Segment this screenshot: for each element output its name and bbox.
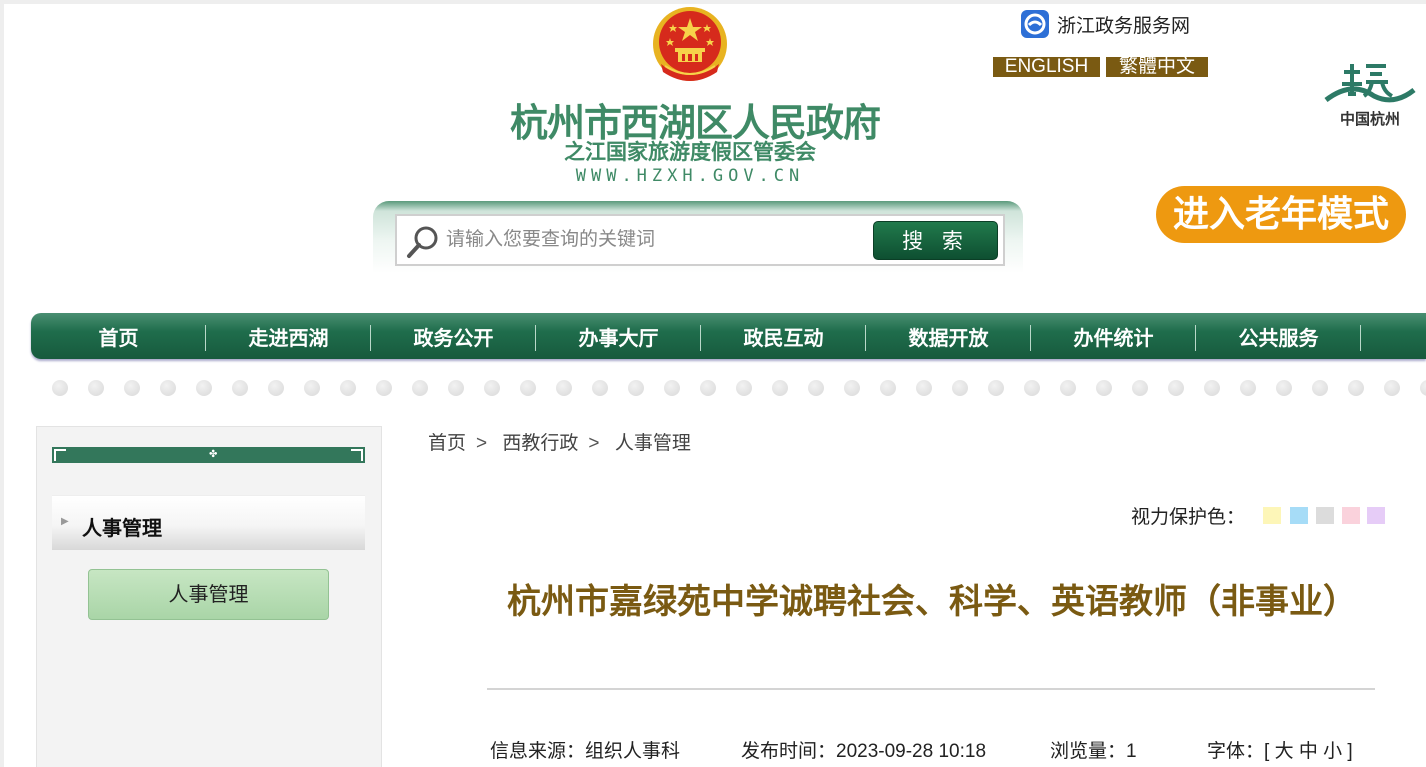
chevron-right-icon: ▶ (61, 516, 69, 527)
nav-item-case-stats[interactable]: 办件统计 (1031, 313, 1196, 359)
article-publish-time: 发布时间：2023-09-28 10:18 (741, 741, 987, 762)
china-hangzhou-logo: 中国杭州 (1324, 64, 1416, 128)
nav-item-service-hall[interactable]: 办事大厅 (536, 313, 701, 359)
breadcrumb-separator: > (476, 433, 488, 454)
traditional-chinese-link[interactable]: 繁體中文 (1106, 57, 1208, 77)
elder-mode-button[interactable]: 进入老年模式 (1156, 186, 1406, 243)
eye-color-swatch-purple[interactable] (1367, 507, 1385, 524)
breadcrumb-home[interactable]: 首页 (428, 433, 466, 454)
sidebar-heading-label: 人事管理 (82, 516, 162, 540)
page-top-border (0, 0, 1426, 4)
breadcrumb: 首页 > 西教行政 > 人事管理 (428, 428, 701, 455)
decorative-dot-row (52, 380, 1426, 398)
site-url: WWW.HZXH.GOV.CN (575, 166, 805, 186)
breadcrumb-education-admin[interactable]: 西教行政 (502, 433, 578, 454)
main-nav: 首页 走进西湖 政务公开 办事大厅 政民互动 数据开放 办件统计 公共服务 (31, 313, 1426, 359)
sidebar-item-personnel[interactable]: 人事管理 (88, 569, 329, 620)
eye-protection-label: 视力保护色： (1131, 507, 1246, 528)
zhejiang-gov-service-label: 浙江政务服务网 (1057, 15, 1191, 37)
font-size-options[interactable]: [ 大 中 小 ] (1264, 741, 1353, 762)
zhejiang-gov-service-link[interactable]: 浙江政务服务网 (1021, 10, 1190, 38)
nav-item-public-service[interactable]: 公共服务 (1196, 313, 1361, 359)
nav-item-home[interactable]: 首页 (31, 313, 206, 359)
font-size-label: 字体： (1207, 741, 1265, 762)
sidebar-heading: ▶ 人事管理 (52, 495, 365, 550)
page-left-border (0, 0, 4, 767)
eye-color-swatch-yellow[interactable] (1263, 507, 1281, 524)
article-title: 杭州市嘉绿苑中学诚聘社会、科学、英语教师（非事业） (507, 582, 1357, 622)
eye-color-swatch-pink[interactable] (1342, 507, 1360, 524)
eye-color-swatch-gray[interactable] (1316, 507, 1334, 524)
article-source: 信息来源：组织人事科 (490, 741, 681, 762)
title-divider (487, 688, 1375, 690)
article-views: 浏览量：1 (1050, 741, 1137, 762)
nav-item-about-xihu[interactable]: 走进西湖 (206, 313, 371, 359)
search-button[interactable]: 搜 索 (873, 221, 998, 260)
eye-color-swatch-blue[interactable] (1290, 507, 1308, 524)
site-subtitle: 之江国家旅游度假区管委会 (564, 139, 816, 164)
search-input[interactable] (446, 222, 866, 258)
english-link[interactable]: ENGLISH (993, 57, 1100, 77)
zhejiang-gov-service-icon (1021, 10, 1049, 38)
sidebar-decor-bar: ✤ (52, 447, 365, 463)
national-emblem-icon (653, 7, 727, 81)
breadcrumb-personnel[interactable]: 人事管理 (615, 433, 691, 454)
nav-item-interaction[interactable]: 政民互动 (701, 313, 866, 359)
font-size-control: 字体：[ 大 中 小 ] (1207, 736, 1353, 763)
china-hangzhou-logo-text: 中国杭州 (1340, 110, 1400, 128)
search-icon (407, 226, 438, 258)
nav-item-gov-affairs[interactable]: 政务公开 (371, 313, 536, 359)
nav-item-open-data[interactable]: 数据开放 (866, 313, 1031, 359)
breadcrumb-separator: > (588, 433, 600, 454)
